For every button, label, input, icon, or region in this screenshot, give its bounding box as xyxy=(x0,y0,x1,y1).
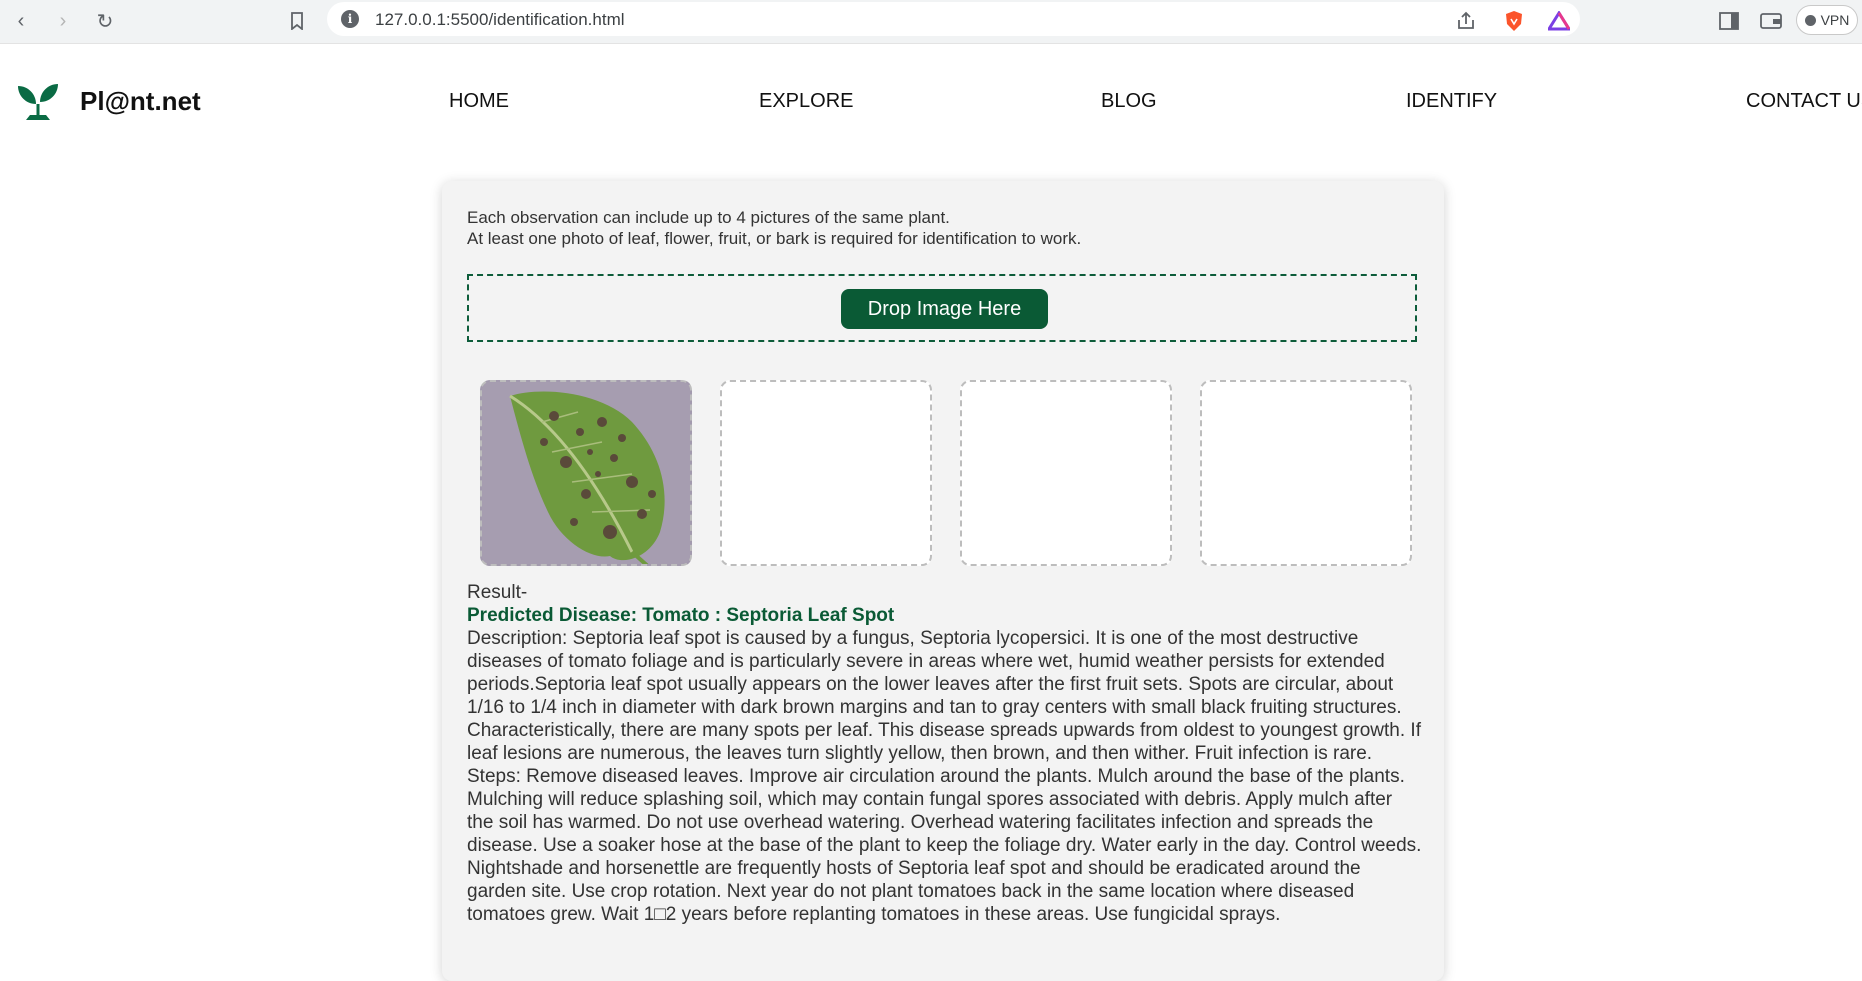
image-slot-1[interactable] xyxy=(480,380,692,566)
instruction-line-2: At least one photo of leaf, flower, frui… xyxy=(467,229,1082,248)
image-slot-3[interactable] xyxy=(960,380,1172,566)
nav-home[interactable]: HOME xyxy=(449,90,509,113)
upload-instructions: Each observation can include up to 4 pic… xyxy=(467,207,1081,249)
vpn-label: VPN xyxy=(1820,12,1850,28)
nav-contact-us[interactable]: CONTACT US xyxy=(1746,90,1862,113)
brave-shield-icon[interactable] xyxy=(1500,7,1528,35)
vpn-button[interactable]: VPN xyxy=(1796,5,1858,35)
treatment-steps: Steps: Remove diseased leaves. Improve a… xyxy=(467,766,1422,925)
browser-toolbar: ‹ › ↻ i 127.0.0.1:5500/identification.ht… xyxy=(0,0,1862,44)
bookmark-icon[interactable] xyxy=(282,6,312,36)
image-drop-zone[interactable]: Drop Image Here xyxy=(467,274,1417,342)
result-heading: Result- xyxy=(467,582,528,603)
url-text: 127.0.0.1:5500/identification.html xyxy=(375,10,625,29)
reload-icon[interactable]: ↻ xyxy=(90,6,120,36)
instruction-line-1: Each observation can include up to 4 pic… xyxy=(467,208,950,227)
disease-description: Description: Septoria leaf spot is cause… xyxy=(467,628,1421,764)
nav-blog[interactable]: BLOG xyxy=(1101,90,1157,113)
plant-logo-icon[interactable] xyxy=(16,82,60,122)
identify-card: Each observation can include up to 4 pic… xyxy=(442,181,1444,981)
result-section: Result- Predicted Disease: Tomato : Sept… xyxy=(467,581,1422,926)
forward-icon[interactable]: › xyxy=(48,6,78,36)
image-slot-2[interactable] xyxy=(720,380,932,566)
back-icon[interactable]: ‹ xyxy=(6,6,36,36)
sidebar-icon[interactable] xyxy=(1715,7,1743,35)
drop-image-button[interactable]: Drop Image Here xyxy=(841,289,1048,329)
predicted-disease: Predicted Disease: Tomato : Septoria Lea… xyxy=(467,605,895,626)
brand-name[interactable]: Pl@nt.net xyxy=(80,86,201,117)
share-icon[interactable] xyxy=(1452,7,1480,35)
nav-identify[interactable]: IDENTIFY xyxy=(1406,90,1497,113)
site-info-icon[interactable]: i xyxy=(341,10,359,28)
wallet-icon[interactable] xyxy=(1757,7,1785,35)
site-header: Pl@nt.net HOME EXPLORE BLOG IDENTIFY CON… xyxy=(0,44,1862,156)
address-bar[interactable]: i 127.0.0.1:5500/identification.html xyxy=(327,2,1580,36)
uploaded-leaf-image xyxy=(482,382,690,564)
vpn-status-icon xyxy=(1804,14,1816,26)
brave-rewards-icon[interactable] xyxy=(1545,7,1573,35)
image-slot-4[interactable] xyxy=(1200,380,1412,566)
nav-explore[interactable]: EXPLORE xyxy=(759,90,853,113)
